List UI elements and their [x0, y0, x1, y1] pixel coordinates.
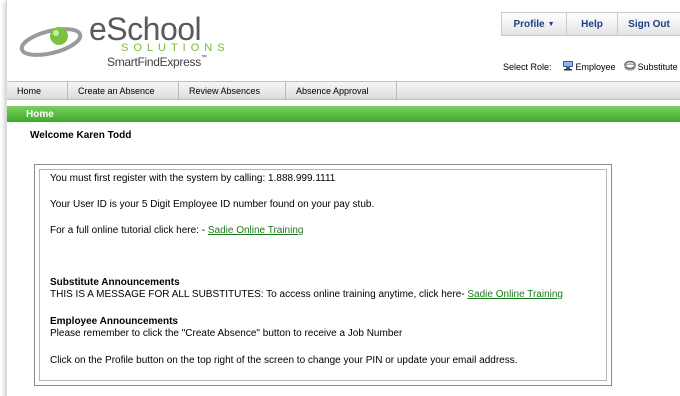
substitute-role-option[interactable]: Substitute [638, 62, 678, 72]
substitute-training-link[interactable]: Sadie Online Training [467, 289, 563, 300]
page-frame: eSchool SOLUTIONS SmartFindExpress™ Prof… [6, 0, 680, 396]
swoosh-icon [19, 27, 83, 57]
employee-text: Please remember to click the "Create Abs… [50, 328, 403, 339]
section-header: Home [7, 106, 680, 122]
announcement-box: You must first register with the system … [34, 164, 612, 386]
nav-item-review-absences[interactable]: Review Absences [179, 82, 286, 99]
substitute-text: THIS IS A MESSAGE FOR ALL SUBSTITUTES: T… [50, 289, 468, 300]
announcement-inner: You must first register with the system … [39, 169, 607, 381]
profile-help-text: Click on the Profile button on the top r… [50, 355, 518, 366]
help-button[interactable]: Help [567, 13, 618, 35]
role-selector: Select Role: Employee Substitute [503, 60, 680, 73]
eschool-logo: eSchool SOLUTIONS SmartFindExpress™ [19, 11, 225, 72]
employee-role-option[interactable]: Employee [576, 62, 616, 72]
substitute-heading: Substitute Announcements [50, 277, 180, 288]
sign-out-button[interactable]: Sign Out [618, 13, 680, 35]
tutorial-link[interactable]: Sadie Online Training [208, 225, 304, 236]
main-nav: Home Create an Absence Review Absences A… [7, 81, 680, 100]
userid-text: Your User ID is your 5 Digit Employee ID… [50, 199, 375, 210]
logo-solutions: SOLUTIONS [121, 42, 230, 54]
nav-item-home[interactable]: Home [7, 82, 68, 99]
nav-item-absence-approval[interactable]: Absence Approval [286, 82, 397, 99]
top-nav: Profile ▼ Help Sign Out [501, 12, 680, 36]
profile-button[interactable]: Profile ▼ [502, 13, 567, 35]
nav-item-create-absence[interactable]: Create an Absence [68, 82, 179, 99]
tutorial-text: For a full online tutorial click here: - [50, 225, 208, 236]
tutorial-line: For a full online tutorial click here: -… [50, 225, 303, 236]
logo-product: SmartFindExpress™ [107, 55, 207, 69]
chevron-down-icon: ▼ [547, 20, 555, 28]
substitute-role-icon[interactable] [623, 60, 636, 73]
register-text: You must first register with the system … [50, 173, 336, 184]
employee-heading: Employee Announcements [50, 316, 178, 327]
welcome-message: Welcome Karen Todd [30, 130, 132, 141]
role-label: Select Role: [503, 61, 552, 72]
employee-role-icon[interactable] [562, 60, 574, 73]
substitute-message: THIS IS A MESSAGE FOR ALL SUBSTITUTES: T… [50, 289, 563, 300]
